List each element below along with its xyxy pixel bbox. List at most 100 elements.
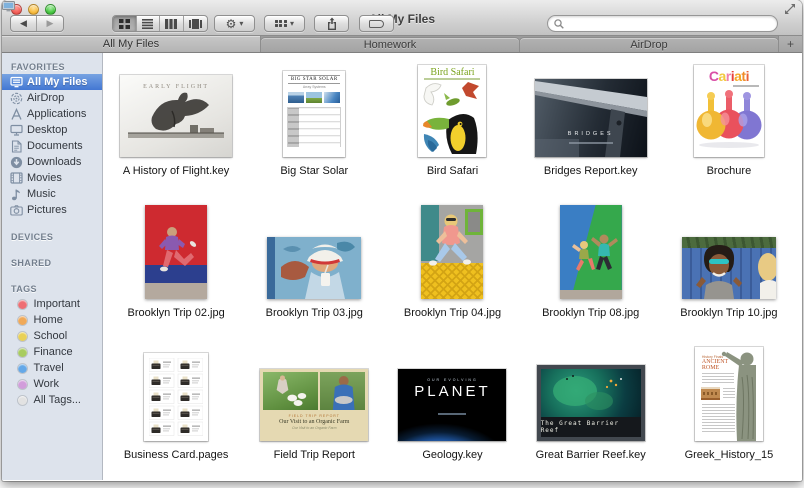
view-switcher [112,15,208,32]
column-view-icon [165,19,177,29]
icon-view-button[interactable] [113,16,137,31]
text-block [702,404,735,434]
tags-button[interactable] [359,15,394,32]
file-label: Great Barrier Reef.key [536,449,646,461]
file-item-great-barrier-reef[interactable]: The Great Barrier Reef Great Barrier Ree… [522,339,660,481]
document-icon [9,140,23,153]
sidebar-tag-school[interactable]: School [2,328,102,344]
sidebar-item-airdrop[interactable]: AirDrop [2,90,102,106]
arrange-icon [275,20,287,28]
coverflow-view-button[interactable] [184,16,207,31]
sidebar-item-label: Finance [34,346,73,358]
sidebar-item-pictures[interactable]: Pictures [2,202,102,218]
file-label: Big Star Solar [280,165,348,177]
file-thumbnail [682,237,776,299]
sidebar-header-shared: SHARED [2,255,102,270]
file-thumbnail: BIG STAR SOLAR Array Systems [283,71,345,157]
column-view-button[interactable] [160,16,184,31]
nav-buttons: ◀ ▶ [10,15,64,32]
file-item-brooklyn-trip-03[interactable]: Brooklyn Trip 03.jpg [245,197,383,339]
file-item-brochure[interactable]: Cariati [660,55,798,197]
letter: C [709,68,719,84]
farm-photos [263,372,365,410]
arrange-menu-button[interactable]: ▾ [264,15,305,32]
sidebar: FAVORITES All My Files AirDrop Applicati… [2,53,103,480]
sidebar-header-favorites: FAVORITES [2,59,102,74]
file-item-business-card[interactable]: Business Card.pages [107,339,245,481]
sidebar-item-desktop[interactable]: Desktop [2,122,102,138]
sidebar-item-all-my-files[interactable]: All My Files [2,74,102,90]
desktop-icon [9,124,23,137]
thumb-title: PLANET [398,383,506,400]
tab-all-my-files[interactable]: All My Files [2,36,261,52]
file-item-bridges-report[interactable]: BRIDGES Bridges Report.key [522,55,660,197]
action-menu-button[interactable]: ⚙ ▾ [214,15,255,32]
sidebar-tag-home[interactable]: Home [2,312,102,328]
fullscreen-icon [784,3,796,15]
file-grid: EARLY FLIGHT A History of Flight.key BIG… [103,53,802,480]
file-item-a-history-of-flight[interactable]: EARLY FLIGHT A History of Flight.key [107,55,245,197]
search-input[interactable] [568,18,771,30]
file-item-brooklyn-trip-02[interactable]: Brooklyn Trip 02.jpg [107,197,245,339]
tab-homework[interactable]: Homework [260,37,520,52]
file-item-brooklyn-trip-04[interactable]: Brooklyn Trip 04.jpg [383,197,521,339]
sidebar-tag-important[interactable]: Important [2,296,102,312]
back-icon: ◀ [11,16,36,31]
tag-dot-purple [18,380,27,389]
applications-icon [9,108,23,121]
letter: a [718,68,725,84]
file-label: Bridges Report.key [544,165,638,177]
sidebar-tag-finance[interactable]: Finance [2,344,102,360]
new-tab-button[interactable]: + [778,36,802,52]
tag-dot-gray [18,396,27,405]
thumb-title: Bird Safari [418,67,486,78]
share-button[interactable] [314,15,349,32]
movies-icon [9,172,23,185]
tab-airdrop[interactable]: AirDrop [519,37,779,52]
file-label: Brooklyn Trip 08.jpg [542,307,639,319]
birds-illustration [418,80,486,156]
list-view-icon [142,19,153,29]
file-item-brooklyn-trip-08[interactable]: Brooklyn Trip 08.jpg [522,197,660,339]
search-field[interactable] [547,15,778,32]
sidebar-item-music[interactable]: Music [2,186,102,202]
solar-photos [283,92,345,103]
airdrop-icon [9,92,23,105]
thumb-subtitle: Array Systems [283,85,345,89]
sidebar-tag-work[interactable]: Work [2,376,102,392]
file-item-geology[interactable]: OUR EVOLVING PLANET Geology.key [383,339,521,481]
music-icon [9,188,23,201]
list-view-button[interactable] [137,16,161,31]
thumb-caption-bar [438,413,466,415]
thumb-title: BRIDGES [535,131,647,137]
sidebar-item-label: Documents [27,140,83,152]
sidebar-item-downloads[interactable]: Downloads [2,154,102,170]
file-thumbnail [144,353,208,441]
share-icon [326,17,338,30]
file-item-greek-history[interactable]: History Finals ANCIENT ROME Greek_Histor… [660,339,798,481]
reef-photo [541,369,641,417]
forward-button[interactable]: ▶ [37,16,63,31]
sidebar-item-movies[interactable]: Movies [2,170,102,186]
colosseum-photo [701,387,720,400]
file-item-bird-safari[interactable]: Bird Safari [383,55,521,197]
sidebar-tag-travel[interactable]: Travel [2,360,102,376]
file-item-field-trip-report[interactable]: FIELD TRIP REPORT Our Visit to an Organi… [245,339,383,481]
sidebar-header-tags: TAGS [2,281,102,296]
pictures-icon [9,204,23,217]
sidebar-item-applications[interactable]: Applications [2,106,102,122]
search-icon [554,19,564,29]
tag-dot-red [18,300,27,309]
file-item-brooklyn-trip-10[interactable]: Brooklyn Trip 10.jpg [660,197,798,339]
back-button[interactable]: ◀ [11,16,37,31]
solar-table [287,107,341,147]
file-item-big-star-solar[interactable]: BIG STAR SOLAR Array Systems Big Star So… [245,55,383,197]
sidebar-item-label: AirDrop [27,92,64,104]
file-thumbnail [421,205,483,299]
sidebar-item-documents[interactable]: Documents [2,138,102,154]
sidebar-item-label: School [34,330,68,342]
sidebar-tag-all-tags[interactable]: All Tags... [2,392,102,408]
coverflow-view-icon [189,19,202,29]
photo-figures [682,237,776,299]
fullscreen-button[interactable] [784,3,796,15]
